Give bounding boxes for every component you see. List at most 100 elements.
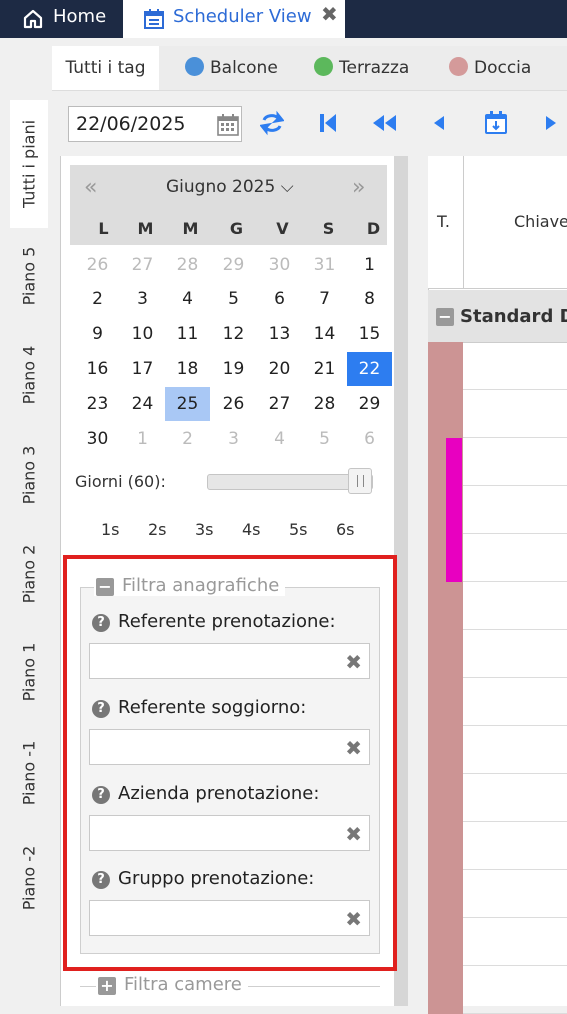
booking-block[interactable]: [446, 438, 462, 486]
calendar-day[interactable]: 31: [302, 248, 347, 282]
span-button-6s[interactable]: 6s: [336, 520, 355, 539]
calendar-day[interactable]: 6: [257, 282, 302, 316]
calendar-day[interactable]: 27: [120, 248, 165, 282]
calendar-day[interactable]: 5: [302, 422, 347, 456]
date-value: 22/06/2025: [76, 113, 186, 135]
days-slider-handle[interactable]: [348, 468, 372, 494]
scheduler-tab[interactable]: Scheduler View ✖: [123, 0, 345, 38]
calendar-day[interactable]: 5: [211, 282, 256, 316]
calendar-day[interactable]: 13: [257, 317, 302, 351]
calendar-day[interactable]: 1: [120, 422, 165, 456]
calendar-month-title[interactable]: Giugno 2025 ⌵: [166, 177, 294, 197]
calendar-day[interactable]: 24: [120, 387, 165, 421]
span-button-1s[interactable]: 1s: [101, 520, 120, 539]
calendar-day[interactable]: 22: [347, 352, 392, 386]
calendar-day[interactable]: 6: [347, 422, 392, 456]
floor-tab-piano-minus-2[interactable]: Piano -2: [10, 826, 48, 930]
calendar-day[interactable]: 18: [165, 352, 210, 386]
calendar-day[interactable]: 3: [120, 282, 165, 316]
refresh-icon[interactable]: [260, 110, 284, 136]
calendar-day[interactable]: 28: [165, 248, 210, 282]
calendar-next-icon[interactable]: »: [352, 175, 365, 200]
calendar-day[interactable]: 21: [302, 352, 347, 386]
tag-tab-balcone[interactable]: Balcone: [185, 46, 278, 90]
room-group-row[interactable]: − Standard D: [428, 290, 567, 343]
calendar-day[interactable]: 20: [257, 352, 302, 386]
calendar-day[interactable]: 25: [165, 387, 210, 421]
column-type-header[interactable]: T.: [437, 212, 450, 231]
floor-tab-all[interactable]: Tutti i piani: [10, 100, 48, 228]
booking-block[interactable]: [446, 534, 462, 582]
room-row[interactable]: [428, 486, 567, 534]
calendar-day[interactable]: 23: [75, 387, 120, 421]
calendar-day[interactable]: 11: [165, 317, 210, 351]
calendar-day[interactable]: 8: [347, 282, 392, 316]
span-button-3s[interactable]: 3s: [195, 520, 214, 539]
calendar-day[interactable]: 7: [302, 282, 347, 316]
room-row[interactable]: [428, 966, 567, 1014]
calendar-day[interactable]: 12: [211, 317, 256, 351]
tag-tab-terrazza[interactable]: Terrazza: [314, 46, 409, 90]
room-row[interactable]: [428, 870, 567, 918]
room-row[interactable]: [428, 582, 567, 630]
floor-tab-piano-1[interactable]: Piano 1: [10, 623, 48, 721]
room-row[interactable]: [428, 438, 567, 486]
span-button-5s[interactable]: 5s: [289, 520, 308, 539]
span-button-4s[interactable]: 4s: [242, 520, 261, 539]
calendar-day[interactable]: 3: [211, 422, 256, 456]
room-row[interactable]: [428, 630, 567, 678]
close-tab-icon[interactable]: ✖: [321, 2, 338, 26]
floor-tab-piano-5[interactable]: Piano 5: [10, 228, 48, 324]
calendar-day[interactable]: 15: [347, 317, 392, 351]
prev-icon[interactable]: [430, 110, 448, 136]
room-row[interactable]: [428, 678, 567, 726]
date-input[interactable]: 22/06/2025: [68, 106, 242, 142]
calendar-day[interactable]: 30: [257, 248, 302, 282]
collapse-icon[interactable]: −: [436, 308, 454, 326]
column-key-header[interactable]: Chiave: [514, 212, 567, 231]
calendar-day[interactable]: 9: [75, 317, 120, 351]
today-icon[interactable]: [484, 110, 508, 136]
calendar-day[interactable]: 27: [257, 387, 302, 421]
calendar-day[interactable]: 30: [75, 422, 120, 456]
calendar-day[interactable]: 29: [211, 248, 256, 282]
room-row[interactable]: [428, 726, 567, 774]
floor-tab-piano-4[interactable]: Piano 4: [10, 325, 48, 425]
floor-tab-piano-minus-1[interactable]: Piano -1: [10, 720, 48, 826]
rewind-icon[interactable]: [371, 110, 397, 136]
tag-tab-doccia[interactable]: Doccia: [449, 46, 531, 90]
room-row[interactable]: [428, 534, 567, 582]
room-row[interactable]: [428, 342, 567, 390]
calendar-day[interactable]: 16: [75, 352, 120, 386]
calendar-day[interactable]: 14: [302, 317, 347, 351]
calendar-day[interactable]: 17: [120, 352, 165, 386]
calendar-day[interactable]: 26: [75, 248, 120, 282]
calendar-day[interactable]: 4: [165, 282, 210, 316]
calendar-day[interactable]: 29: [347, 387, 392, 421]
floor-tab-piano-3[interactable]: Piano 3: [10, 426, 48, 524]
filter-rooms-legend[interactable]: + Filtra camere: [96, 974, 248, 995]
room-row[interactable]: [428, 918, 567, 966]
room-row[interactable]: [428, 774, 567, 822]
floor-tab-piano-2[interactable]: Piano 2: [10, 524, 48, 624]
room-row[interactable]: [428, 822, 567, 870]
calendar-day[interactable]: 2: [75, 282, 120, 316]
first-page-icon[interactable]: [318, 110, 338, 136]
weekday-label: S: [322, 219, 335, 238]
home-tab[interactable]: Home: [0, 0, 122, 38]
calendar-day[interactable]: 10: [120, 317, 165, 351]
room-row[interactable]: [428, 390, 567, 438]
calendar-picker-icon[interactable]: [217, 114, 239, 136]
calendar-day[interactable]: 19: [211, 352, 256, 386]
booking-block[interactable]: [446, 486, 462, 534]
tag-tab-all[interactable]: Tutti i tag: [52, 46, 159, 90]
next-icon[interactable]: [542, 110, 560, 136]
calendar-prev-icon[interactable]: «: [84, 175, 97, 200]
calendar-day[interactable]: 26: [211, 387, 256, 421]
calendar-day[interactable]: 1: [347, 248, 392, 282]
expand-icon[interactable]: +: [98, 977, 116, 995]
calendar-day[interactable]: 28: [302, 387, 347, 421]
span-button-2s[interactable]: 2s: [148, 520, 167, 539]
calendar-day[interactable]: 4: [257, 422, 302, 456]
calendar-day[interactable]: 2: [165, 422, 210, 456]
